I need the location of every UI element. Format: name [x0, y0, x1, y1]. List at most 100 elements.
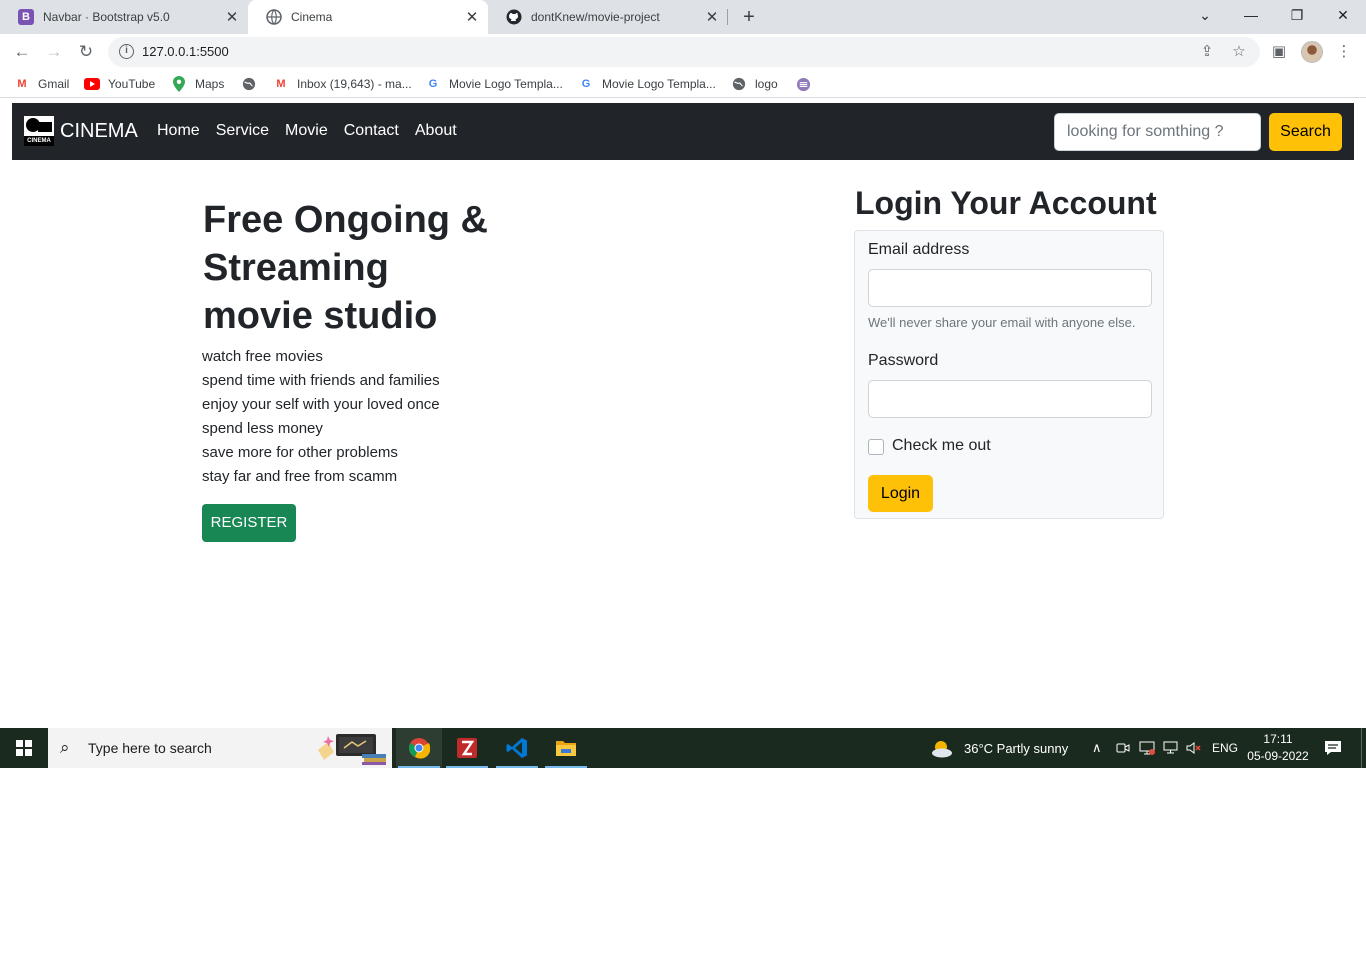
maps-icon — [171, 76, 187, 92]
bookmark-label: logo — [755, 77, 778, 91]
bookmark-maps[interactable]: Maps — [171, 75, 224, 93]
bookmark-logo[interactable]: logo — [731, 75, 778, 93]
close-tab-icon[interactable]: ✕ — [462, 8, 482, 26]
filezilla-icon — [457, 738, 477, 758]
minimize-button[interactable]: — — [1228, 0, 1274, 30]
nav-link-about[interactable]: About — [415, 122, 457, 140]
nav-link-service[interactable]: Service — [216, 122, 269, 140]
active-app-indicator — [398, 766, 440, 768]
login-form: Email address We'll never share your ema… — [854, 230, 1164, 519]
hero-feature-item: spend time with friends and families — [202, 372, 440, 389]
tab-separator — [727, 9, 728, 25]
share-icon[interactable]: ⇪ — [1198, 43, 1216, 61]
nav-link-home[interactable]: Home — [157, 122, 200, 140]
new-tab-button[interactable]: + — [738, 4, 760, 30]
back-arrow-icon[interactable]: ← — [10, 40, 34, 64]
tab-navbar-bootstrap[interactable]: B Navbar · Bootstrap v5.0 ✕ — [0, 0, 248, 34]
forward-arrow-icon[interactable]: → — [42, 40, 66, 64]
navbar-search-button[interactable]: Search — [1269, 113, 1342, 151]
show-desktop-button[interactable] — [1361, 728, 1362, 768]
hero-feature-item: save more for other problems — [202, 444, 398, 461]
email-field[interactable] — [868, 269, 1152, 307]
brand-name: CINEMA — [60, 119, 138, 142]
bookmarks-bar: M Gmail YouTube Maps M Inbox (19,643) - … — [0, 70, 1366, 98]
taskbar-app-chrome[interactable] — [396, 728, 442, 768]
close-tab-icon[interactable]: ✕ — [702, 8, 722, 26]
browser-toolbar: ← → ↻ i 127.0.0.1:5500 ⇪ ☆ ▣ ⋮ — [0, 34, 1366, 70]
close-tab-icon[interactable]: ✕ — [222, 8, 242, 26]
github-icon — [506, 9, 522, 25]
hero-feature-list: watch free movies spend time with friend… — [202, 345, 440, 489]
check-me-out-checkbox[interactable] — [868, 439, 884, 455]
globe-icon — [241, 76, 257, 92]
bookmark-star-icon[interactable]: ☆ — [1230, 43, 1248, 61]
nav-link-contact[interactable]: Contact — [344, 122, 399, 140]
hero-feature-item: enjoy your self with your loved once — [202, 396, 440, 413]
gmail-icon: M — [17, 78, 27, 90]
site-navbar: CINEMA CINEMA Home Service Movie Contact… — [12, 103, 1354, 160]
bookmark-menu[interactable] — [795, 75, 819, 93]
input-language[interactable]: ENG — [1212, 728, 1238, 768]
menu-circle-icon — [795, 76, 811, 92]
weather-widget[interactable]: 36°C Partly sunny — [930, 728, 1068, 768]
bookmark-label: Maps — [195, 77, 225, 91]
register-button[interactable]: REGISTER — [202, 504, 296, 542]
volume-muted-icon[interactable] — [1186, 728, 1202, 768]
bookmark-label: Movie Logo Templa... — [449, 77, 563, 91]
running-app-indicator — [496, 766, 538, 768]
chrome-icon — [409, 738, 430, 759]
taskbar-clock[interactable]: 17:11 05-09-2022 — [1240, 731, 1316, 765]
network-status-icon[interactable] — [1139, 728, 1155, 768]
address-bar[interactable]: i 127.0.0.1:5500 ⇪ ☆ — [108, 37, 1260, 67]
gmail-icon: M — [276, 78, 286, 90]
login-button[interactable]: Login — [868, 475, 933, 512]
notifications-icon[interactable] — [1324, 728, 1342, 768]
site-info-icon[interactable]: i — [119, 44, 134, 59]
windows-logo-icon — [16, 740, 32, 756]
clock-time: 17:11 — [1263, 732, 1293, 746]
hero-title-line: movie studio — [203, 295, 438, 337]
url-text[interactable]: 127.0.0.1:5500 — [142, 44, 229, 59]
bookmark-gmail[interactable]: M Gmail — [14, 75, 69, 93]
taskbar-app-file-explorer[interactable] — [543, 728, 589, 768]
tab-title: Cinema — [291, 10, 333, 24]
password-field[interactable] — [868, 380, 1152, 418]
menu-kebab-icon[interactable]: ⋮ — [1332, 40, 1356, 64]
email-help-text: We'll never share your email with anyone… — [868, 315, 1136, 330]
show-hidden-icons-chevron-icon[interactable]: ∧ — [1092, 728, 1102, 768]
bookmark-globe[interactable] — [241, 75, 265, 93]
taskbar-app-filezilla[interactable] — [444, 728, 490, 768]
bookmark-movie-logo-1[interactable]: G Movie Logo Templa... — [425, 75, 563, 93]
bookmark-movie-logo-2[interactable]: G Movie Logo Templa... — [578, 75, 716, 93]
globe-icon — [266, 9, 282, 25]
bookmark-label: Gmail — [38, 77, 70, 91]
restore-button[interactable]: ❐ — [1274, 0, 1320, 30]
search-highlight-illustration — [318, 734, 386, 765]
windows-taskbar: ⌕ Type here to search 36°C Partly sunny … — [0, 728, 1366, 768]
checkbox-label[interactable]: Check me out — [892, 437, 991, 455]
meet-now-icon[interactable] — [1116, 728, 1130, 768]
display-icon[interactable] — [1163, 728, 1178, 768]
tab-title: Navbar · Bootstrap v5.0 — [43, 10, 170, 24]
start-button[interactable] — [0, 728, 48, 768]
bookmark-inbox[interactable]: M Inbox (19,643) - ma... — [273, 75, 411, 93]
nav-link-movie[interactable]: Movie — [285, 122, 328, 140]
reload-icon[interactable]: ↻ — [74, 40, 98, 64]
profile-avatar[interactable] — [1301, 41, 1323, 63]
tab-cinema[interactable]: Cinema ✕ — [248, 0, 488, 34]
taskbar-search-box[interactable]: ⌕ Type here to search — [48, 728, 392, 768]
bookmark-youtube[interactable]: YouTube — [84, 75, 155, 93]
tab-github-movie-project[interactable]: dontKnew/movie-project ✕ — [488, 0, 728, 34]
google-icon: G — [581, 78, 591, 90]
close-window-button[interactable]: ✕ — [1320, 0, 1366, 30]
cinema-logo-icon: CINEMA — [24, 116, 54, 146]
navbar-brand[interactable]: CINEMA CINEMA — [24, 116, 138, 146]
tab-search-chevron-down-icon[interactable]: ⌄ — [1182, 0, 1228, 30]
taskbar-app-vscode[interactable] — [494, 728, 540, 768]
navbar-search-input[interactable]: looking for somthing ? — [1054, 113, 1261, 151]
logo-caption: CINEMA — [24, 136, 54, 146]
bootstrap-icon: B — [18, 9, 34, 25]
taskbar-search-placeholder: Type here to search — [88, 740, 212, 756]
tab-title: dontKnew/movie-project — [531, 10, 660, 24]
side-panel-icon[interactable]: ▣ — [1267, 40, 1291, 64]
